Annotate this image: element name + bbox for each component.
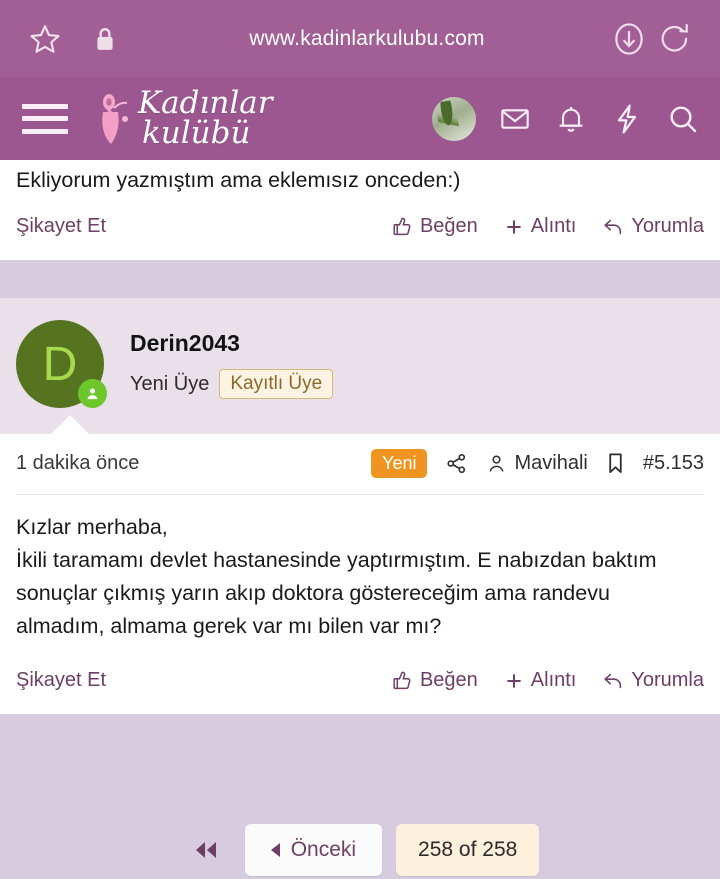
post-user-meta: Yeni Üye Kayıtlı Üye [130,369,334,399]
reload-icon[interactable] [652,16,698,62]
like-label: Beğen [419,215,478,237]
report-link[interactable]: Şikayet Et [16,669,106,692]
page-indicator[interactable]: 258 of 258 [396,824,540,876]
like-label: Beğen [419,669,478,691]
post-separator [0,260,720,298]
person-icon [489,455,504,472]
user-badge: Kayıtlı Üye [219,369,334,399]
post-avatar-wrap[interactable]: D [16,320,107,408]
quote-label: Alıntı [530,215,577,237]
bell-icon[interactable] [554,102,588,136]
post-author-info: Derin2043 Yeni Üye Kayıtlı Üye [130,320,334,399]
browser-toolbar: www.kadinlarkulubu.com [0,0,720,77]
site-logo-text: Kadınlar kulübü [138,87,273,151]
thumbs-up-icon [393,671,411,690]
url-bar[interactable]: www.kadinlarkulubu.com [128,27,606,51]
share-icon[interactable] [445,452,468,475]
like-button[interactable]: Beğen [392,669,478,692]
post-meta-row: 1 dakika önce Yeni Mavihali #5.153 [16,434,704,495]
bookmark-star-button[interactable] [22,16,68,62]
post-number[interactable]: #5.153 [643,452,704,475]
envelope-icon[interactable] [498,102,532,136]
post-action-group: Beğen Alıntı Yorumla [392,215,704,238]
reply-button[interactable]: Yorumla [602,669,704,692]
triangle-left-icon [270,843,280,857]
like-button[interactable]: Beğen [392,215,478,238]
header-icon-group [432,96,700,141]
report-link[interactable]: Şikayet Et [16,215,106,238]
post-action-group: Beğen Alıntı Yorumla [392,669,704,692]
thumbs-up-icon [393,217,411,236]
reply-label: Yorumla [631,669,704,691]
post-timestamp: 1 dakika önce [16,452,140,474]
reply-arrow-icon [604,673,622,688]
quote-button[interactable]: Alıntı [504,215,577,238]
post-content: Kızlar merhaba, İkili taramamı devlet ha… [16,515,657,638]
bookmark-icon[interactable] [606,452,625,475]
reply-label: Yorumla [631,215,704,237]
lock-icon [82,16,128,62]
previous-post-text: Ekliyorum yazmıştım ama eklemısız oncede… [16,168,461,192]
site-logo[interactable]: Kadınlar kulübü [92,87,273,151]
plus-icon [506,219,521,234]
thread-author-name: Mavihali [514,452,588,474]
thread-author[interactable]: Mavihali [486,452,588,475]
online-user-icon [78,379,107,408]
post-meta-right: Yeni Mavihali #5.153 [371,449,704,478]
previous-page-button[interactable]: Önceki [244,824,383,876]
search-icon[interactable] [666,102,700,136]
hamburger-bar [22,128,68,134]
lightning-icon[interactable] [610,102,644,136]
post-actions: Şikayet Et Beğen Alıntı Yorumla [16,649,704,714]
url-text: www.kadinlarkulubu.com [249,26,485,50]
user-title: Yeni Üye [130,372,210,395]
site-header: Kadınlar kulübü [0,77,720,160]
post-body: 1 dakika önce Yeni Mavihali #5.153 Kızla… [0,434,720,714]
plus-icon [506,673,521,688]
hamburger-bar [22,103,68,109]
reply-arrow-icon [604,219,622,234]
new-badge: Yeni [371,449,428,478]
quote-label: Alıntı [530,669,577,691]
pink-ribbon-icon [102,93,128,144]
post-caret [50,415,90,435]
hamburger-icon[interactable] [22,101,68,137]
quote-button[interactable]: Alıntı [504,669,577,692]
pagination-footer: Önceki 258 of 258 [0,714,720,879]
pagination-controls: Önceki 258 of 258 [181,824,540,876]
double-left-arrow-icon[interactable] [181,839,231,861]
download-icon[interactable] [606,16,652,62]
logo-line-2: kulübü [142,114,251,151]
previous-page-label: Önceki [290,838,357,861]
post-username[interactable]: Derin2043 [130,330,333,357]
reply-button[interactable]: Yorumla [602,215,704,238]
hamburger-bar [22,116,68,121]
user-avatar[interactable] [432,96,476,141]
previous-post: Ekliyorum yazmıştım ama eklemısız oncede… [0,160,720,260]
previous-post-actions: Şikayet Et Beğen Alıntı Yorumla [16,195,704,260]
post-header: D Derin2043 Yeni Üye Kayıtlı Üye [0,298,720,435]
